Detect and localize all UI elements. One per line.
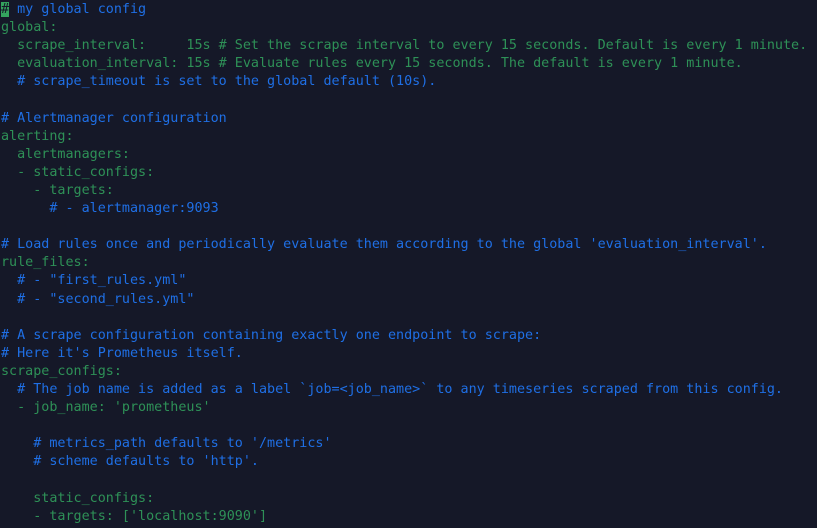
code-line: # Load rules once and periodically evalu… <box>1 236 817 254</box>
code-line: alerting: <box>1 128 817 146</box>
code-line: rule_files: <box>1 254 817 272</box>
code-token-key: - targets: <box>1 182 114 198</box>
code-token-key: - targets: ['localhost:9090'] <box>1 508 268 524</box>
code-token-comment: # A scrape configuration containing exac… <box>1 327 542 343</box>
code-token-comment: # Load rules once and periodically evalu… <box>1 237 767 253</box>
code-line: # A scrape configuration containing exac… <box>1 327 817 345</box>
text-cursor[interactable]: # <box>1 2 10 17</box>
code-line: scrape_configs: <box>1 363 817 381</box>
code-token-key: scrape_configs: <box>1 363 122 379</box>
code-token-key: rule_files: <box>1 255 90 271</box>
code-line: # - alertmanager:9093 <box>1 200 817 218</box>
code-token-comment: # Here it's Prometheus itself. <box>1 345 243 361</box>
code-line: # my global config <box>1 1 817 19</box>
code-token-key: scrape_interval: 15s # Set the scrape in… <box>1 38 808 54</box>
code-token-key: - static_configs: <box>1 164 155 180</box>
code-line: - job_name: 'prometheus' <box>1 399 817 417</box>
code-line: - static_configs: <box>1 164 817 182</box>
code-token-comment: # - "second_rules.yml" <box>1 291 195 307</box>
code-line: scrape_interval: 15s # Set the scrape in… <box>1 37 817 55</box>
code-line: - targets: ['localhost:9090'] <box>1 508 817 526</box>
code-token-comment: my global config <box>9 2 147 17</box>
code-line: # Here it's Prometheus itself. <box>1 345 817 363</box>
code-line: alertmanagers: <box>1 146 817 164</box>
code-token-key: evaluation_interval: 15s # Evaluate rule… <box>1 56 743 72</box>
code-line: # scheme defaults to 'http'. <box>1 453 817 471</box>
code-line: # - "first_rules.yml" <box>1 272 817 290</box>
code-line: # The job name is added as a label `job=… <box>1 381 817 399</box>
code-token-comment: # scrape_timeout is set to the global de… <box>1 74 437 90</box>
code-token-key: alertmanagers: <box>1 146 130 162</box>
code-token-comment: # metrics_path defaults to '/metrics' <box>1 436 332 452</box>
code-token-key: global: <box>1 20 58 36</box>
code-line: # metrics_path defaults to '/metrics' <box>1 435 817 453</box>
code-token-comment: # Alertmanager configuration <box>1 110 227 126</box>
code-line: evaluation_interval: 15s # Evaluate rule… <box>1 55 817 73</box>
code-line: - targets: <box>1 182 817 200</box>
code-line: # - "second_rules.yml" <box>1 291 817 309</box>
code-token-key: - job_name: 'prometheus' <box>1 400 211 416</box>
code-token-comment: # - "first_rules.yml" <box>1 273 187 289</box>
code-token-comment: # scheme defaults to 'http'. <box>1 454 259 470</box>
code-token-key: alerting: <box>1 128 74 144</box>
config-file-content[interactable]: # my global config global: scrape_interva… <box>1 1 817 526</box>
code-token-comment: # - alertmanager:9093 <box>1 201 219 217</box>
code-line: global: <box>1 19 817 37</box>
code-line: # Alertmanager configuration <box>1 110 817 128</box>
code-line: # scrape_timeout is set to the global de… <box>1 73 817 91</box>
code-token-comment: # The job name is added as a label `job=… <box>1 381 783 397</box>
code-token-key: static_configs: <box>1 490 155 506</box>
terminal-text-editor[interactable]: # my global config global: scrape_interva… <box>0 0 817 528</box>
code-line: static_configs: <box>1 490 817 508</box>
